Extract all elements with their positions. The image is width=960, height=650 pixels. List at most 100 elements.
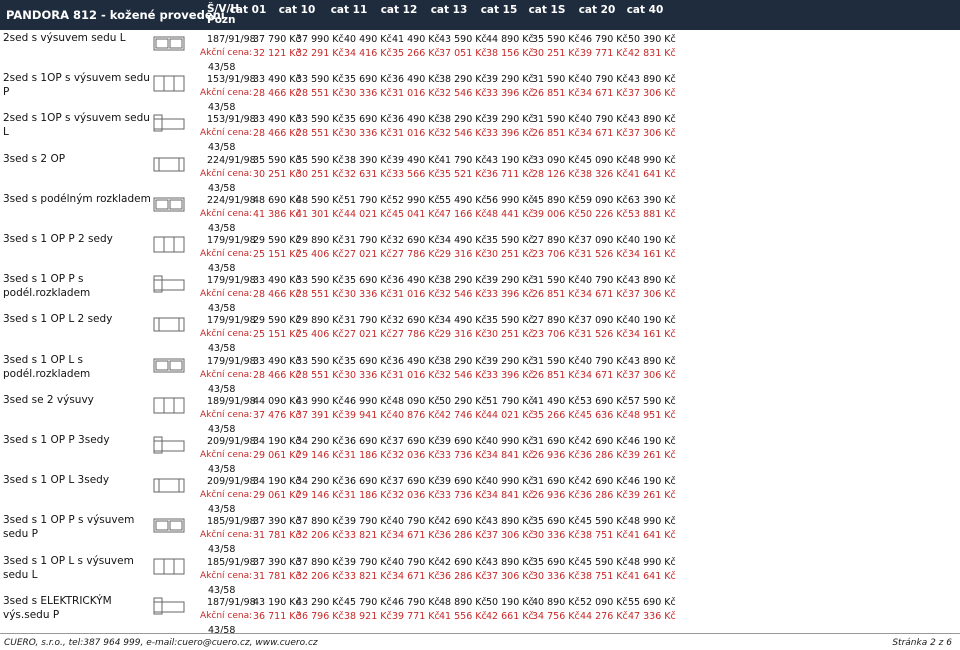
- table-header: PANDORA 812 - kožené provedení Š/V/H Poz…: [0, 0, 960, 30]
- action-price-cell: 44 276 Kč: [580, 610, 628, 622]
- action-price-cell: 30 251 Kč: [296, 168, 344, 180]
- price-cell: 36 490 Kč: [392, 74, 440, 86]
- price-cell: 31 590 Kč: [532, 74, 580, 86]
- action-price-cell: 31 186 Kč: [344, 450, 392, 461]
- price-cell: 31 690 Kč: [532, 436, 580, 447]
- price-cell: 45 890 Kč: [532, 194, 580, 206]
- price-cell: 50 290 Kč: [439, 395, 487, 407]
- sofa-icon: [152, 234, 186, 254]
- price-cell: 36 490 Kč: [392, 355, 440, 367]
- price-cell: 43 890 Kč: [486, 516, 534, 528]
- action-price-cell: 53 881 Kč: [628, 208, 676, 220]
- dimension-value: 209/91/98: [207, 476, 256, 488]
- action-price-cell: 32 546 Kč: [439, 289, 487, 301]
- product-name: 3sed s 1 OP P 3sedy: [3, 434, 110, 446]
- dimension-value: 189/91/98: [207, 395, 256, 407]
- price-cell: 33 490 Kč: [253, 355, 301, 367]
- price-cell: 37 090 Kč: [580, 315, 628, 327]
- price-cell: 41 490 Kč: [392, 34, 440, 45]
- action-price-cell: 32 546 Kč: [439, 128, 487, 140]
- product-name: 3sed s 1 OP L 2 sedy: [3, 313, 113, 326]
- action-price-cell: 28 126 Kč: [532, 168, 580, 180]
- action-price-cell: 28 551 Kč: [296, 88, 344, 100]
- action-price-cell: 29 146 Kč: [296, 490, 344, 502]
- action-price-cell: 32 631 Kč: [344, 168, 392, 180]
- action-price-cell: 33 396 Kč: [486, 369, 534, 381]
- price-cell: 42 690 Kč: [439, 516, 487, 528]
- price-cell: 35 590 Kč: [486, 315, 534, 327]
- dimension-value: 179/91/98: [207, 275, 256, 287]
- action-price-cell: 30 336 Kč: [532, 570, 580, 582]
- action-price-label: Akční cena:: [200, 450, 253, 460]
- price-cell: 40 890 Kč: [532, 596, 580, 608]
- price-cell: 38 290 Kč: [439, 355, 487, 367]
- action-price-cell: 33 396 Kč: [486, 289, 534, 301]
- action-price-cell: 37 306 Kč: [486, 530, 534, 542]
- table-row: 3sed s 1 OP L 2 sedy 179/91/98 Akční cena:…: [0, 312, 960, 354]
- action-price-cell: 25 406 Kč: [296, 249, 344, 260]
- action-price-cell: 29 061 Kč: [253, 490, 301, 502]
- price-cell: 39 290 Kč: [486, 275, 534, 287]
- price-cell: 43 290 Kč: [296, 596, 344, 608]
- action-price-cell: 34 756 Kč: [532, 610, 580, 622]
- price-cell: 41 790 Kč: [439, 154, 487, 166]
- price-cell: 35 690 Kč: [532, 516, 580, 528]
- action-price-cell: 30 336 Kč: [532, 530, 580, 542]
- price-cell: 48 090 Kč: [392, 395, 440, 407]
- action-price-cell: 34 416 Kč: [344, 48, 392, 59]
- action-price-cell: 33 396 Kč: [486, 88, 534, 100]
- price-cell: 63 390 Kč: [628, 194, 676, 206]
- note-label: Pozn: [207, 14, 236, 26]
- price-cell: 27 890 Kč: [532, 315, 580, 327]
- price-cell: 37 390 Kč: [253, 516, 301, 528]
- price-cell: 42 690 Kč: [439, 556, 487, 568]
- action-price-cell: 34 671 Kč: [392, 530, 440, 542]
- price-cell: 48 690 Kč: [253, 194, 301, 206]
- price-cell: 48 590 Kč: [296, 194, 344, 206]
- action-price-label: Akční cena:: [200, 88, 253, 99]
- price-cell: 43 890 Kč: [628, 74, 676, 86]
- action-price-cell: 37 306 Kč: [486, 570, 534, 582]
- price-cell: 37 690 Kč: [392, 436, 440, 447]
- price-cell: 33 590 Kč: [296, 74, 344, 86]
- product-name: 3sed s ELEKTRICKÝM výs.sedu P: [3, 594, 112, 621]
- dimension-value: 153/91/98: [207, 74, 256, 86]
- table-row: 3sed s 1 OP P s výsuvem sedu P 185/91/98 A…: [0, 513, 960, 555]
- price-cell: 40 790 Kč: [580, 355, 628, 367]
- sofa-icon: [152, 113, 186, 133]
- price-cell: 39 790 Kč: [344, 556, 392, 568]
- price-cell: 29 890 Kč: [296, 235, 344, 246]
- price-cell: 33 590 Kč: [296, 355, 344, 367]
- price-cell: 27 890 Kč: [532, 235, 580, 246]
- action-price-cell: 33 736 Kč: [439, 450, 487, 461]
- price-cell: 35 590 Kč: [253, 154, 301, 166]
- action-price-cell: 25 151 Kč: [253, 249, 301, 260]
- action-price-cell: 28 466 Kč: [253, 369, 301, 381]
- dimension-value: 224/91/98: [207, 154, 256, 166]
- price-cell: 38 290 Kč: [439, 114, 487, 126]
- action-price-cell: 34 671 Kč: [580, 88, 628, 100]
- price-cell: 43 590 Kč: [439, 34, 487, 45]
- action-price-cell: 34 841 Kč: [486, 490, 534, 502]
- action-price-cell: 42 746 Kč: [439, 409, 487, 421]
- action-price-cell: 31 016 Kč: [392, 289, 440, 301]
- action-price-cell: 30 336 Kč: [344, 289, 392, 301]
- price-cell: 48 990 Kč: [628, 516, 676, 528]
- action-price-cell: 36 796 Kč: [296, 610, 344, 622]
- action-price-cell: 23 706 Kč: [532, 249, 580, 260]
- price-cell: 48 890 Kč: [439, 596, 487, 608]
- product-name: 3sed s 1 OP P s podél.rozkladem: [3, 273, 91, 300]
- action-price-cell: 28 551 Kč: [296, 369, 344, 381]
- sofa-icon: [152, 475, 186, 495]
- price-cell: 33 090 Kč: [532, 154, 580, 166]
- price-cell: 34 290 Kč: [296, 436, 344, 447]
- price-cell: 33 590 Kč: [296, 114, 344, 126]
- price-cell: 37 390 Kč: [253, 556, 301, 568]
- action-price-label: Akční cena:: [200, 208, 253, 219]
- action-price-cell: 34 161 Kč: [628, 249, 676, 260]
- action-price-cell: 28 551 Kč: [296, 128, 344, 140]
- action-price-cell: 33 566 Kč: [392, 168, 440, 180]
- action-price-cell: 47 166 Kč: [439, 208, 487, 220]
- action-price-cell: 30 251 Kč: [486, 249, 534, 260]
- action-price-cell: 30 336 Kč: [344, 128, 392, 140]
